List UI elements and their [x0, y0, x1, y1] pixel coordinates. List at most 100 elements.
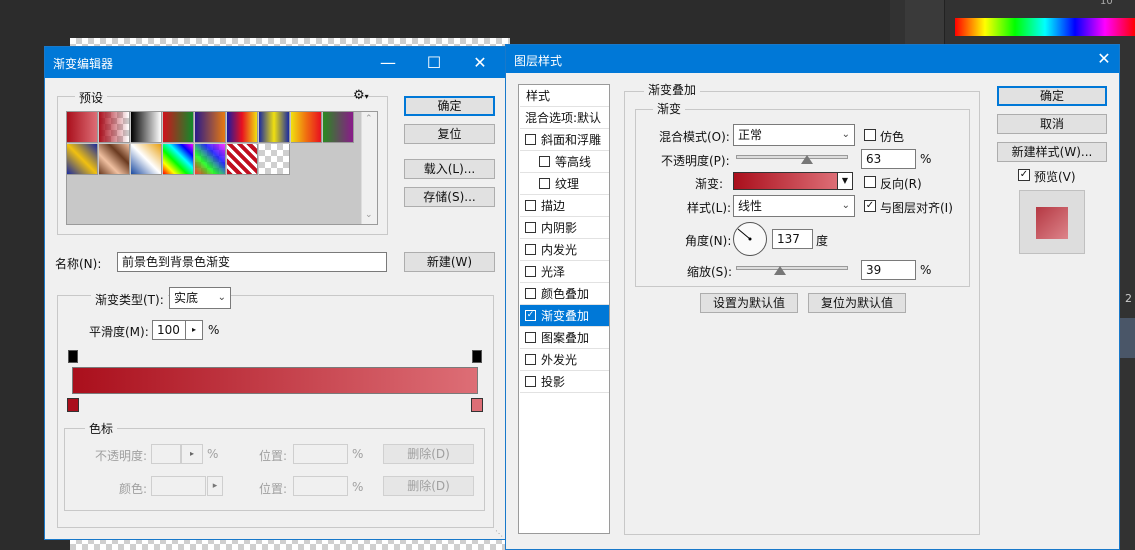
stop-opacity-field[interactable]: [151, 444, 181, 464]
gradient-preview-bar[interactable]: [72, 367, 478, 394]
style-item[interactable]: 等高线: [520, 151, 609, 173]
style-item[interactable]: 斜面和浮雕: [520, 129, 609, 151]
gear-icon[interactable]: ⚙▾: [353, 88, 369, 103]
preview-checkbox[interactable]: ✓: [1018, 169, 1030, 181]
stop-opacity-stepper[interactable]: ▸: [181, 444, 203, 464]
style-preview-thumbnail: [1019, 190, 1085, 254]
cancel-button[interactable]: 取消: [997, 114, 1107, 134]
opacity-stop-right[interactable]: [472, 350, 482, 363]
angle-field[interactable]: 137: [772, 229, 813, 249]
layer-style-titlebar[interactable]: 图层样式 ✕: [506, 45, 1119, 73]
minimize-icon[interactable]: —: [365, 47, 411, 78]
reset-button[interactable]: 复位: [404, 124, 495, 144]
save-button[interactable]: 存储(S)...: [404, 187, 495, 207]
style-item-checkbox[interactable]: [525, 222, 536, 233]
opacity-stop-left[interactable]: [68, 350, 78, 363]
gradient-type-select[interactable]: 实底 ⌄: [169, 287, 231, 309]
gradient-editor-titlebar[interactable]: 渐变编辑器 — ☐ ✕: [45, 47, 505, 78]
make-default-button[interactable]: 设置为默认值: [700, 293, 798, 313]
dither-checkbox[interactable]: [864, 129, 876, 141]
smoothness-stepper[interactable]: ▸: [185, 320, 203, 340]
preset-swatch[interactable]: [67, 112, 98, 143]
delete-opacity-stop-button[interactable]: 删除(D): [383, 444, 474, 464]
style-item-checkbox[interactable]: [525, 354, 536, 365]
color-stop-right[interactable]: [471, 398, 483, 412]
style-item-checkbox[interactable]: [525, 200, 536, 211]
gradient-picker[interactable]: [733, 172, 838, 190]
preset-swatch[interactable]: [323, 112, 354, 143]
opacity-field[interactable]: 63: [861, 149, 916, 169]
preset-swatch[interactable]: [291, 112, 322, 143]
close-icon[interactable]: ✕: [457, 47, 503, 78]
preset-swatch[interactable]: [195, 144, 226, 175]
load-button[interactable]: 载入(L)...: [404, 159, 495, 179]
new-button[interactable]: 新建(W): [404, 252, 495, 272]
stop-color-swatch[interactable]: [151, 476, 206, 496]
reverse-label: 反向(R): [880, 177, 922, 191]
opacity-slider-thumb[interactable]: [800, 155, 813, 164]
preset-swatch[interactable]: [227, 144, 258, 175]
style-item[interactable]: 纹理: [520, 173, 609, 195]
color-spectrum-bar[interactable]: [955, 18, 1135, 36]
preset-swatch[interactable]: [131, 144, 162, 175]
preset-swatch[interactable]: [99, 144, 130, 175]
style-item[interactable]: 投影: [520, 371, 609, 393]
style-item-checkbox[interactable]: ✓: [525, 310, 536, 321]
scale-field[interactable]: 39: [861, 260, 916, 280]
style-item-checkbox[interactable]: [525, 266, 536, 277]
preset-swatch[interactable]: [99, 112, 130, 143]
presets-scrollbar[interactable]: ⌃ ⌄: [361, 112, 377, 224]
style-item-checkbox[interactable]: [525, 376, 536, 387]
style-item[interactable]: 内阴影: [520, 217, 609, 239]
preset-swatch[interactable]: [67, 144, 98, 175]
maximize-icon[interactable]: ☐: [411, 47, 457, 78]
resize-grip-icon[interactable]: ⋱: [495, 529, 503, 538]
style-item-checkbox[interactable]: [525, 288, 536, 299]
close-icon[interactable]: ✕: [1089, 45, 1119, 73]
styles-header[interactable]: 样式: [520, 85, 609, 107]
style-item-checkbox[interactable]: [525, 134, 536, 145]
style-item[interactable]: 图案叠加: [520, 327, 609, 349]
chevron-down-icon[interactable]: ⌄: [365, 210, 373, 220]
align-checkbox[interactable]: ✓: [864, 200, 876, 212]
preset-swatch[interactable]: [195, 112, 226, 143]
scale-slider[interactable]: [736, 266, 848, 270]
preset-swatch[interactable]: [163, 112, 194, 143]
ok-button[interactable]: 确定: [404, 96, 495, 116]
style-item[interactable]: ✓ 渐变叠加: [520, 305, 609, 327]
style-item-checkbox[interactable]: [539, 178, 550, 189]
style-select[interactable]: 线性 ⌄: [733, 195, 855, 217]
style-item-checkbox[interactable]: [525, 332, 536, 343]
reset-default-button[interactable]: 复位为默认值: [808, 293, 906, 313]
gradient-dropdown-button[interactable]: ▼: [837, 172, 853, 190]
angle-dial[interactable]: [733, 222, 767, 256]
name-field[interactable]: 前景色到背景色渐变: [117, 252, 387, 272]
scale-slider-thumb[interactable]: [773, 266, 786, 275]
stop-color-menu[interactable]: ▸: [207, 476, 223, 496]
new-style-button[interactable]: 新建样式(W)...: [997, 142, 1107, 162]
reverse-checkbox[interactable]: [864, 176, 876, 188]
style-item[interactable]: 光泽: [520, 261, 609, 283]
style-item[interactable]: 外发光: [520, 349, 609, 371]
smoothness-field[interactable]: 100: [152, 320, 186, 340]
preset-swatch[interactable]: [131, 112, 162, 143]
delete-color-stop-button[interactable]: 删除(D): [383, 476, 474, 496]
color-stop-left[interactable]: [67, 398, 79, 412]
style-item-checkbox[interactable]: [539, 156, 550, 167]
preset-swatch[interactable]: [163, 144, 194, 175]
blend-options-item[interactable]: 混合选项:默认: [520, 107, 609, 129]
smoothness-label: 平滑度(M):: [89, 325, 149, 339]
style-item[interactable]: 描边: [520, 195, 609, 217]
opacity-slider[interactable]: [736, 155, 848, 159]
preset-swatch[interactable]: [227, 112, 258, 143]
chevron-up-icon[interactable]: ⌃: [365, 114, 373, 124]
stop-color-location-field[interactable]: [293, 476, 348, 496]
style-item[interactable]: 内发光: [520, 239, 609, 261]
preset-swatch[interactable]: [259, 144, 290, 175]
stop-opacity-location-field[interactable]: [293, 444, 348, 464]
preset-swatch[interactable]: [259, 112, 290, 143]
style-item-checkbox[interactable]: [525, 244, 536, 255]
blend-mode-select[interactable]: 正常 ⌄: [733, 124, 855, 146]
style-item[interactable]: 颜色叠加: [520, 283, 609, 305]
ok-button[interactable]: 确定: [997, 86, 1107, 106]
